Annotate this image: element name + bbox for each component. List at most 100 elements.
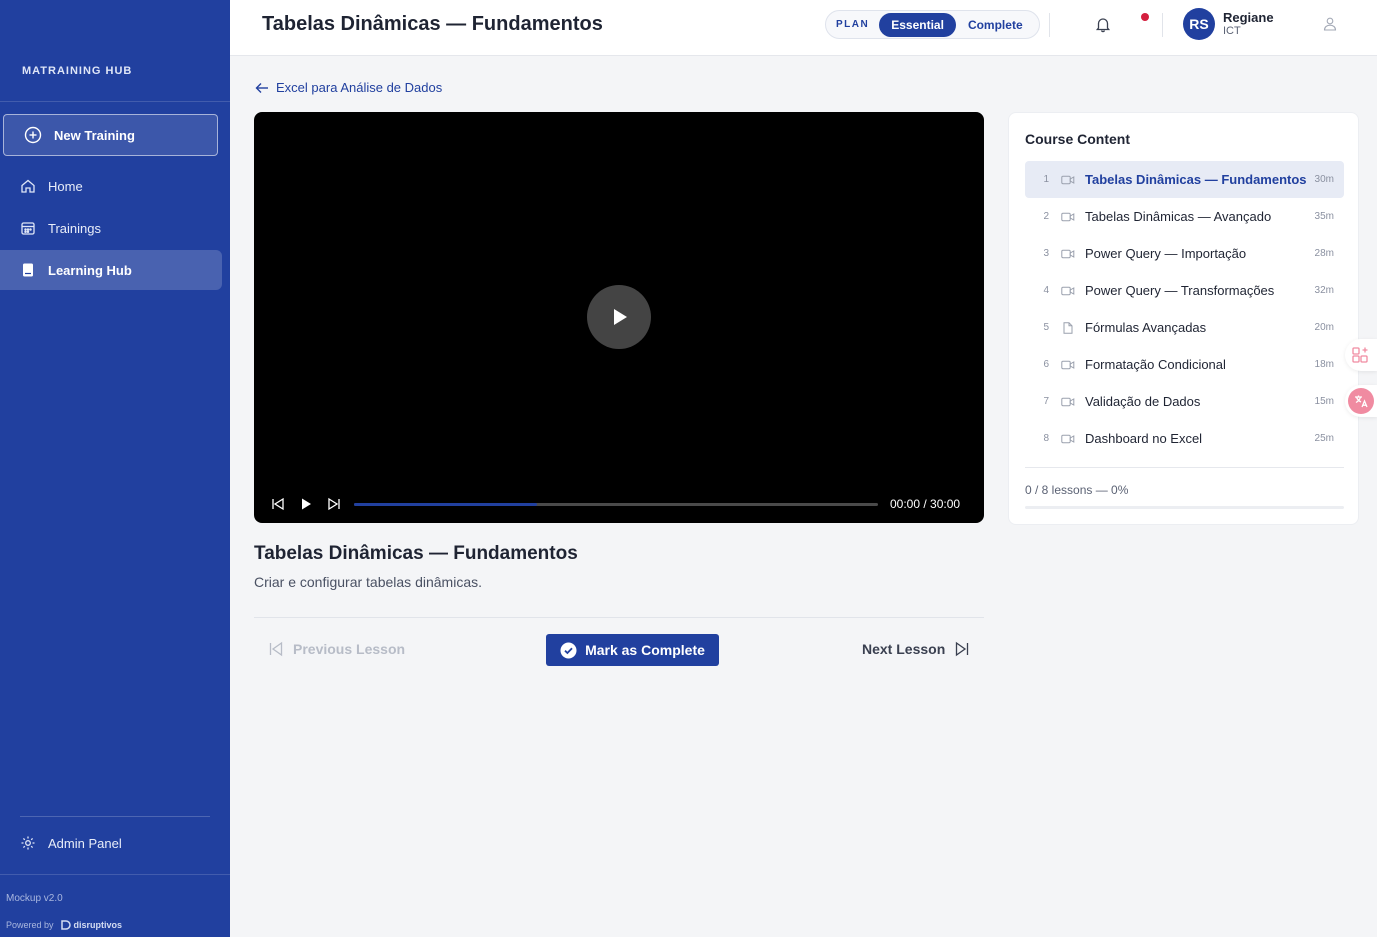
lesson-item[interactable]: 2 Tabelas Dinâmicas — Avançado 35m — [1025, 198, 1344, 235]
translate-button[interactable] — [1345, 385, 1377, 417]
lesson-name: Validação de Dados — [1085, 394, 1201, 409]
lesson-item[interactable]: 4 Power Query — Transformações 32m — [1025, 272, 1344, 309]
lesson-number: 5 — [1043, 322, 1049, 333]
lesson-item[interactable]: 7 Validação de Dados 15m — [1025, 383, 1344, 420]
sidebar-item-learning-hub[interactable]: Learning Hub — [0, 250, 222, 290]
course-content-title: Course Content — [1025, 131, 1130, 147]
video-icon — [1061, 175, 1075, 184]
user-settings-icon[interactable] — [1322, 16, 1338, 32]
play-small-icon[interactable] — [299, 497, 313, 511]
sidebar-divider — [20, 816, 210, 817]
lesson-name: Tabelas Dinâmicas — Fundamentos — [1085, 172, 1307, 187]
next-lesson-button[interactable]: Next Lesson — [862, 641, 970, 657]
lesson-duration: 25m — [1314, 433, 1334, 444]
lesson-item[interactable]: 5 Fórmulas Avançadas 20m — [1025, 309, 1344, 346]
notification-dot — [1141, 13, 1149, 21]
back-to-course-link[interactable]: Excel para Análise de Dados — [255, 80, 442, 95]
arrow-left-icon — [255, 82, 268, 93]
user-name: Regiane — [1223, 10, 1274, 25]
disruptivos-logo-icon — [60, 920, 71, 930]
powered-by-label: Powered by — [6, 920, 54, 930]
sidebar: MATRAINING HUB New Training Home Trainin… — [0, 0, 230, 937]
lesson-duration: 28m — [1314, 248, 1334, 259]
sidebar-item-label: Learning Hub — [48, 262, 132, 278]
skip-back-icon[interactable] — [271, 497, 285, 511]
plan-option-complete[interactable]: Complete — [956, 13, 1035, 37]
user-org: ICT — [1223, 25, 1241, 37]
lesson-name: Formatação Condicional — [1085, 357, 1226, 372]
header-divider — [1162, 13, 1163, 37]
brand-logo: MATRAINING HUB — [22, 65, 133, 77]
mark-complete-label: Mark as Complete — [585, 642, 705, 658]
video-progress-bar[interactable] — [354, 503, 878, 506]
back-link-label: Excel para Análise de Dados — [276, 80, 443, 95]
apps-sparkle-icon — [1352, 347, 1368, 363]
plan-label: PLAN — [836, 19, 870, 30]
powered-by: Powered by disruptivos — [6, 919, 122, 931]
new-training-button[interactable]: New Training — [3, 114, 218, 156]
video-progress-fill — [354, 503, 538, 506]
panel-divider — [1025, 467, 1344, 468]
gear-icon — [21, 836, 35, 850]
lesson-duration: 32m — [1314, 285, 1334, 296]
sidebar-divider — [0, 874, 230, 875]
video-time: 00:00 / 30:00 — [890, 497, 961, 511]
sidebar-divider — [0, 101, 230, 102]
lesson-name: Power Query — Importação — [1085, 246, 1247, 261]
page-title: Tabelas Dinâmicas — Fundamentos — [262, 13, 603, 35]
skip-forward-icon — [956, 641, 969, 657]
translate-icon — [1348, 388, 1374, 414]
sidebar-item-label: Trainings — [48, 220, 101, 236]
lesson-item[interactable]: 1 Tabelas Dinâmicas — Fundamentos 30m — [1025, 161, 1344, 198]
sidebar-item-label: Home — [48, 178, 83, 194]
sidebar-item-home[interactable]: Home — [0, 166, 222, 206]
translate-glyph — [1355, 395, 1368, 408]
plus-circle-icon — [24, 126, 42, 144]
disruptivos-logo: disruptivos — [60, 919, 122, 931]
lesson-name: Fórmulas Avançadas — [1085, 320, 1207, 335]
next-lesson-label: Next Lesson — [862, 641, 946, 657]
version-label: Mockup v2.0 — [6, 893, 63, 904]
skip-back-icon — [269, 641, 283, 657]
home-icon — [21, 179, 35, 193]
course-content-panel: Course Content 1 Tabelas Dinâmicas — Fund… — [1008, 112, 1359, 525]
skip-forward-icon[interactable] — [327, 497, 341, 511]
lesson-item[interactable]: 8 Dashboard no Excel 25m — [1025, 420, 1344, 457]
lesson-duration: 18m — [1314, 359, 1334, 370]
plan-option-essential[interactable]: Essential — [879, 12, 956, 37]
lesson-number: 4 — [1043, 285, 1049, 296]
video-icon — [1061, 212, 1075, 221]
sidebar-item-trainings[interactable]: Trainings — [0, 208, 222, 248]
video-icon — [1061, 360, 1075, 369]
calendar-icon — [21, 222, 35, 235]
play-icon — [614, 309, 627, 325]
admin-panel-label: Admin Panel — [48, 835, 122, 851]
lesson-name: Tabelas Dinâmicas — Avançado — [1085, 209, 1272, 224]
apps-sparkle-button[interactable] — [1345, 339, 1377, 371]
course-progress-text: 0 / 8 lessons — 0% — [1025, 483, 1129, 497]
lesson-number: 6 — [1043, 359, 1049, 370]
video-play-button[interactable] — [587, 285, 651, 349]
video-icon — [1061, 434, 1075, 443]
previous-lesson-button[interactable]: Previous Lesson — [268, 641, 405, 657]
lesson-number: 2 — [1043, 211, 1049, 222]
check-circle-icon — [560, 642, 577, 658]
lesson-number: 8 — [1043, 433, 1049, 444]
book-icon — [23, 263, 33, 277]
document-icon — [1063, 321, 1073, 334]
lesson-name: Power Query — Transformações — [1085, 283, 1275, 298]
lesson-item[interactable]: 6 Formatação Condicional 18m — [1025, 346, 1344, 383]
video-player[interactable]: 00:00 / 30:00 — [254, 112, 984, 523]
plan-switch: PLAN Essential Complete — [825, 10, 1040, 39]
lesson-number: 3 — [1043, 248, 1049, 259]
lesson-name: Dashboard no Excel — [1085, 431, 1203, 446]
lesson-item[interactable]: 3 Power Query — Importação 28m — [1025, 235, 1344, 272]
admin-panel-link[interactable]: Admin Panel — [0, 823, 222, 863]
lesson-duration: 15m — [1314, 396, 1334, 407]
bell-icon[interactable] — [1094, 15, 1112, 33]
mark-complete-button[interactable]: Mark as Complete — [546, 634, 719, 666]
lesson-divider — [254, 617, 984, 618]
lesson-list: 1 Tabelas Dinâmicas — Fundamentos 30m 2 Tabe… — [1025, 161, 1344, 457]
video-icon — [1061, 286, 1075, 295]
avatar[interactable]: RS — [1183, 8, 1215, 40]
